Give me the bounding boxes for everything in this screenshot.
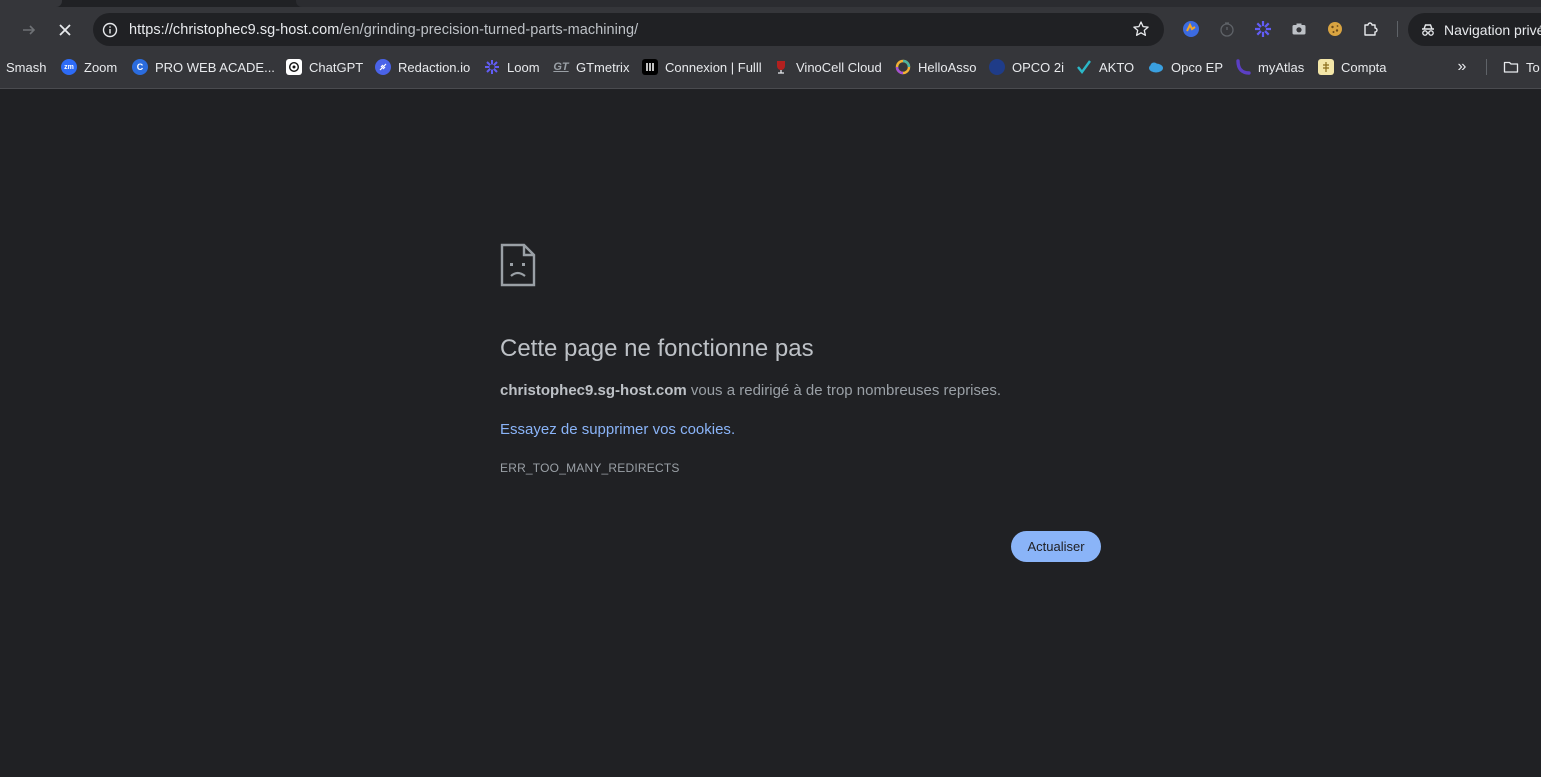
error-code: ERR_TOO_MANY_REDIRECTS (500, 461, 680, 475)
bookmark-label: PRO WEB ACADE... (155, 59, 275, 75)
bookmark-label: HelloAsso (918, 59, 977, 75)
site-info-icon[interactable] (101, 21, 119, 39)
forward-button[interactable] (16, 17, 42, 43)
camera-icon[interactable] (1289, 19, 1309, 39)
tab[interactable] (0, 0, 62, 7)
more-bookmarks-chevron-icon[interactable]: » (1453, 58, 1471, 76)
bookmark-folder[interactable]: To (1503, 54, 1540, 80)
bookmark-smash[interactable]: Smash (6, 54, 46, 80)
bookmark-label: ChatGPT (309, 59, 364, 75)
tab-strip (0, 0, 1541, 7)
incognito-profile-button[interactable]: Navigation privée (1408, 13, 1541, 46)
bookmark-helloasso[interactable]: HelloAsso (895, 54, 977, 80)
opco2i-icon (989, 59, 1005, 75)
timer-icon[interactable] (1217, 19, 1237, 39)
bookmarks-bar: Smash zm Zoom C PRO WEB ACADE... ChatGPT… (0, 54, 1541, 80)
error-message-text: vous a redirigé à de trop nombreuses rep… (686, 382, 1002, 399)
loom-extension-icon[interactable] (1253, 19, 1273, 39)
address-bar[interactable]: https://christophec9.sg-host.com/en/grin… (93, 13, 1164, 46)
myatlas-icon (1235, 59, 1251, 75)
fulll-icon (642, 59, 658, 75)
profile-label: Navigation privée (1444, 21, 1541, 38)
link-suffix: . (730, 421, 736, 438)
bookmark-label: Loom (507, 59, 540, 75)
bookmark-gtmetrix[interactable]: GT GTmetrix (553, 54, 629, 80)
redaction-icon (375, 59, 391, 75)
loom-icon (484, 59, 500, 75)
helloasso-icon (895, 59, 911, 75)
clear-cookies-link[interactable]: Essayez de supprimer vos cookies (500, 421, 731, 438)
bookmark-opco2i[interactable]: OPCO 2i (989, 54, 1064, 80)
pro-web-academy-icon: C (132, 59, 148, 75)
bookmark-chatgpt[interactable]: ChatGPT (286, 54, 363, 80)
clear-cookies-link-line: Essayez de supprimer vos cookies. (500, 421, 735, 438)
tab[interactable] (296, 0, 1541, 7)
bookmark-label: Compta (1341, 59, 1387, 75)
toolbar-divider (1397, 21, 1398, 37)
bookmark-vinocell[interactable]: VinoCell Cloud (773, 54, 882, 80)
bookmarks-divider (1486, 59, 1487, 75)
browser-toolbar: https://christophec9.sg-host.com/en/grin… (0, 0, 1541, 89)
incognito-icon (1420, 22, 1436, 38)
bookmark-label: Zoom (84, 59, 118, 75)
extensions-puzzle-icon[interactable] (1361, 19, 1381, 39)
cookie-icon[interactable] (1325, 19, 1345, 39)
zoom-icon: zm (61, 59, 77, 75)
bookmark-label: VinoCell Cloud (796, 59, 882, 75)
bookmark-fulll[interactable]: Connexion | Fulll (642, 54, 762, 80)
bookmark-opco-ep[interactable]: Opco EP (1148, 54, 1223, 80)
arrow-right-icon (23, 25, 36, 35)
url-host: https://christophec9.sg-host.com (129, 21, 340, 38)
bookmark-label: Smash (6, 59, 47, 75)
bookmark-label: Redaction.io (398, 59, 471, 75)
stop-loading-button[interactable] (52, 17, 78, 43)
error-title: Cette page ne fonctionne pas (500, 335, 814, 362)
folder-icon (1503, 59, 1519, 75)
url-path: /en/grinding-precision-turned-parts-mach… (339, 21, 639, 38)
bookmark-label: To (1526, 59, 1540, 75)
bookmark-label: OPCO 2i (1012, 59, 1065, 75)
chatgpt-icon (286, 59, 302, 75)
url-text[interactable]: https://christophec9.sg-host.com/en/grin… (129, 22, 638, 38)
opco-ep-icon (1148, 59, 1164, 75)
bookmark-label: GTmetrix (576, 59, 630, 75)
bookmark-star-icon[interactable] (1132, 20, 1150, 38)
close-icon (59, 24, 71, 36)
bookmark-redaction[interactable]: Redaction.io (375, 54, 470, 80)
vinocell-icon (773, 59, 789, 75)
bookmark-compta[interactable]: Compta (1318, 54, 1387, 80)
bookmark-akto[interactable]: AKTO (1076, 54, 1134, 80)
reload-button[interactable]: Actualiser (1011, 531, 1101, 562)
error-message: christophec9.sg-host.com vous a redirigé… (500, 382, 1001, 399)
bookmark-label: Opco EP (1171, 59, 1224, 75)
bookmark-myatlas[interactable]: myAtlas (1235, 54, 1304, 80)
bookmark-pro-web-academy[interactable]: C PRO WEB ACADE... (132, 54, 275, 80)
akto-icon (1076, 59, 1092, 75)
gtmetrix-icon: GT (553, 61, 569, 73)
bookmark-label: AKTO (1099, 59, 1135, 75)
bookmark-label: myAtlas (1258, 59, 1305, 75)
bookmark-zoom[interactable]: zm Zoom (61, 54, 117, 80)
compta-icon (1318, 59, 1334, 75)
extension-icon[interactable] (1181, 19, 1201, 39)
bookmark-label: Connexion | Fulll (665, 59, 762, 75)
error-host: christophec9.sg-host.com (500, 382, 687, 399)
bookmark-loom[interactable]: Loom (484, 54, 540, 80)
sad-page-icon (500, 243, 536, 287)
